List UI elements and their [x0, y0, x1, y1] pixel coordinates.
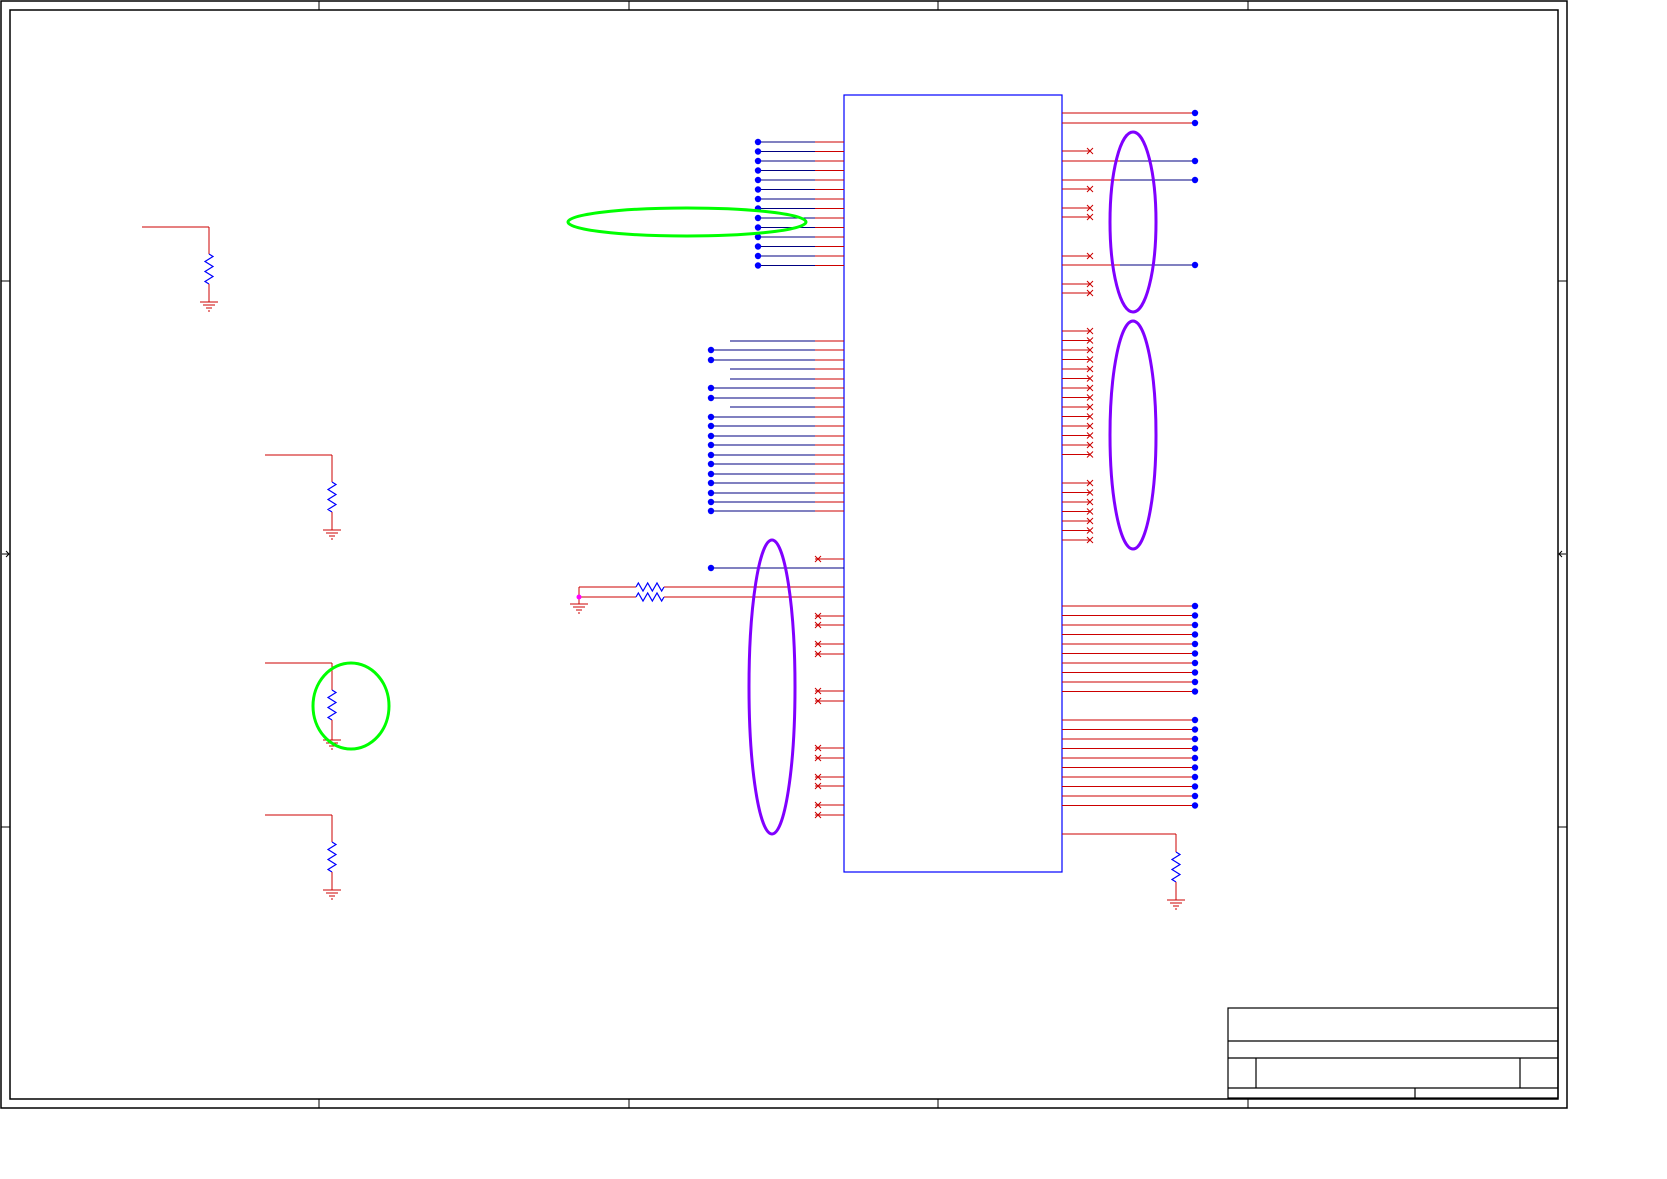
junction-dot[interactable]	[1191, 109, 1199, 117]
junction-dot[interactable]	[754, 186, 762, 193]
ground-lines	[1167, 899, 1185, 910]
junction-dot[interactable]	[1191, 754, 1199, 762]
pulldown-resistor[interactable]	[142, 226, 218, 312]
junction-dot[interactable]	[1191, 176, 1199, 184]
junction-dot[interactable]	[707, 479, 715, 487]
ground-icon	[1167, 899, 1185, 910]
highlight-ellipse-green	[311, 661, 391, 751]
junction-dot[interactable]	[1191, 792, 1199, 800]
junction-dot[interactable]	[754, 243, 762, 250]
resistor-body	[326, 841, 338, 873]
junction-dot[interactable]	[754, 148, 762, 155]
junction-dot[interactable]	[707, 413, 715, 421]
junction-dot[interactable]	[1191, 119, 1199, 127]
resistor-icon[interactable]	[326, 841, 338, 873]
junction-dot[interactable]	[1191, 783, 1199, 790]
junction-dot[interactable]	[707, 432, 715, 440]
highlight-ellipse-green	[566, 206, 808, 238]
schematic-svg	[0, 0, 1568, 1109]
junction-dot[interactable]	[1191, 669, 1199, 676]
resistor-group	[142, 226, 341, 900]
ground-icon	[323, 889, 341, 900]
junction-dot[interactable]	[1191, 764, 1199, 771]
resistor-icon[interactable]	[635, 591, 665, 603]
pulldown-resistor[interactable]	[265, 662, 341, 750]
junction-dot[interactable]	[1191, 650, 1199, 657]
junction-dot[interactable]	[707, 498, 715, 506]
junction-dot[interactable]	[1191, 745, 1199, 752]
junction-dot[interactable]	[707, 422, 715, 430]
ground-icon	[570, 603, 588, 614]
schematic-sheet	[0, 0, 1568, 1109]
junction-dot[interactable]	[1191, 688, 1199, 695]
junction-dot[interactable]	[754, 252, 762, 260]
resistor-body	[635, 581, 665, 593]
resistor-body	[326, 689, 338, 721]
junction-dot[interactable]	[707, 394, 715, 402]
resistor-icon[interactable]	[326, 689, 338, 721]
highlight-ellipse-purple	[1108, 319, 1158, 551]
junction-dot[interactable]	[707, 441, 715, 449]
ground-icon	[200, 301, 218, 312]
resistor-body	[326, 481, 338, 513]
junction-dot[interactable]	[1191, 716, 1199, 724]
junction-dot[interactable]	[1191, 773, 1199, 781]
junction-dot[interactable]	[707, 507, 715, 515]
ground-lines	[323, 529, 341, 540]
pulldown-resistor[interactable]	[265, 814, 341, 900]
junction-dot[interactable]	[754, 214, 762, 222]
resistor-body	[1170, 851, 1182, 883]
junction-dot[interactable]	[707, 460, 715, 468]
resistor-icon[interactable]	[635, 581, 665, 593]
junction-dot[interactable]	[1191, 802, 1199, 809]
highlight-ellipse-purple	[1108, 130, 1158, 314]
junction-dot[interactable]	[754, 195, 762, 203]
ic-body[interactable]	[843, 94, 1063, 873]
junction-dot[interactable]	[1191, 602, 1199, 610]
junction-dot[interactable]	[707, 356, 715, 364]
junction-dot[interactable]	[1191, 157, 1199, 165]
junction-dot[interactable]	[754, 224, 762, 231]
junction-dot[interactable]	[1191, 631, 1199, 638]
junction-dot[interactable]	[707, 346, 715, 354]
junction-dot[interactable]	[1191, 261, 1199, 269]
resistor-icon[interactable]	[203, 253, 215, 285]
title-block	[1227, 1007, 1559, 1099]
resistor-icon[interactable]	[1170, 851, 1182, 883]
resistor-body	[635, 591, 665, 603]
junction-dot[interactable]	[707, 564, 715, 572]
junction-dot[interactable]	[707, 489, 715, 497]
junction-dot[interactable]	[1191, 659, 1199, 667]
junction-dot[interactable]	[754, 176, 762, 184]
ground-lines	[200, 301, 218, 312]
junction-dot[interactable]	[754, 262, 762, 269]
junction-dot[interactable]	[754, 138, 762, 146]
junction-dot[interactable]	[1191, 726, 1199, 733]
junction-dot[interactable]	[1191, 735, 1199, 743]
ground-lines	[323, 889, 341, 900]
resistor-body	[203, 253, 215, 285]
pulldown-resistor[interactable]	[265, 454, 341, 540]
junction-dot[interactable]	[707, 451, 715, 459]
ground-lines	[570, 603, 588, 614]
ic-right-pins	[1062, 109, 1199, 910]
ic-left-pins	[570, 138, 844, 819]
junction-dot[interactable]	[1191, 640, 1199, 648]
highlight-ellipse-purple	[747, 538, 797, 836]
junction-dot[interactable]	[576, 594, 582, 600]
junction-dot[interactable]	[1191, 678, 1199, 686]
junction-dot[interactable]	[1191, 621, 1199, 629]
junction-dot[interactable]	[754, 167, 762, 174]
sheet-border	[0, 0, 1568, 1109]
junction-dot[interactable]	[707, 470, 715, 478]
junction-dot[interactable]	[754, 157, 762, 165]
junction-dot[interactable]	[1191, 612, 1199, 619]
resistor-icon[interactable]	[326, 481, 338, 513]
junction-dot[interactable]	[707, 384, 715, 392]
ground-icon	[323, 529, 341, 540]
